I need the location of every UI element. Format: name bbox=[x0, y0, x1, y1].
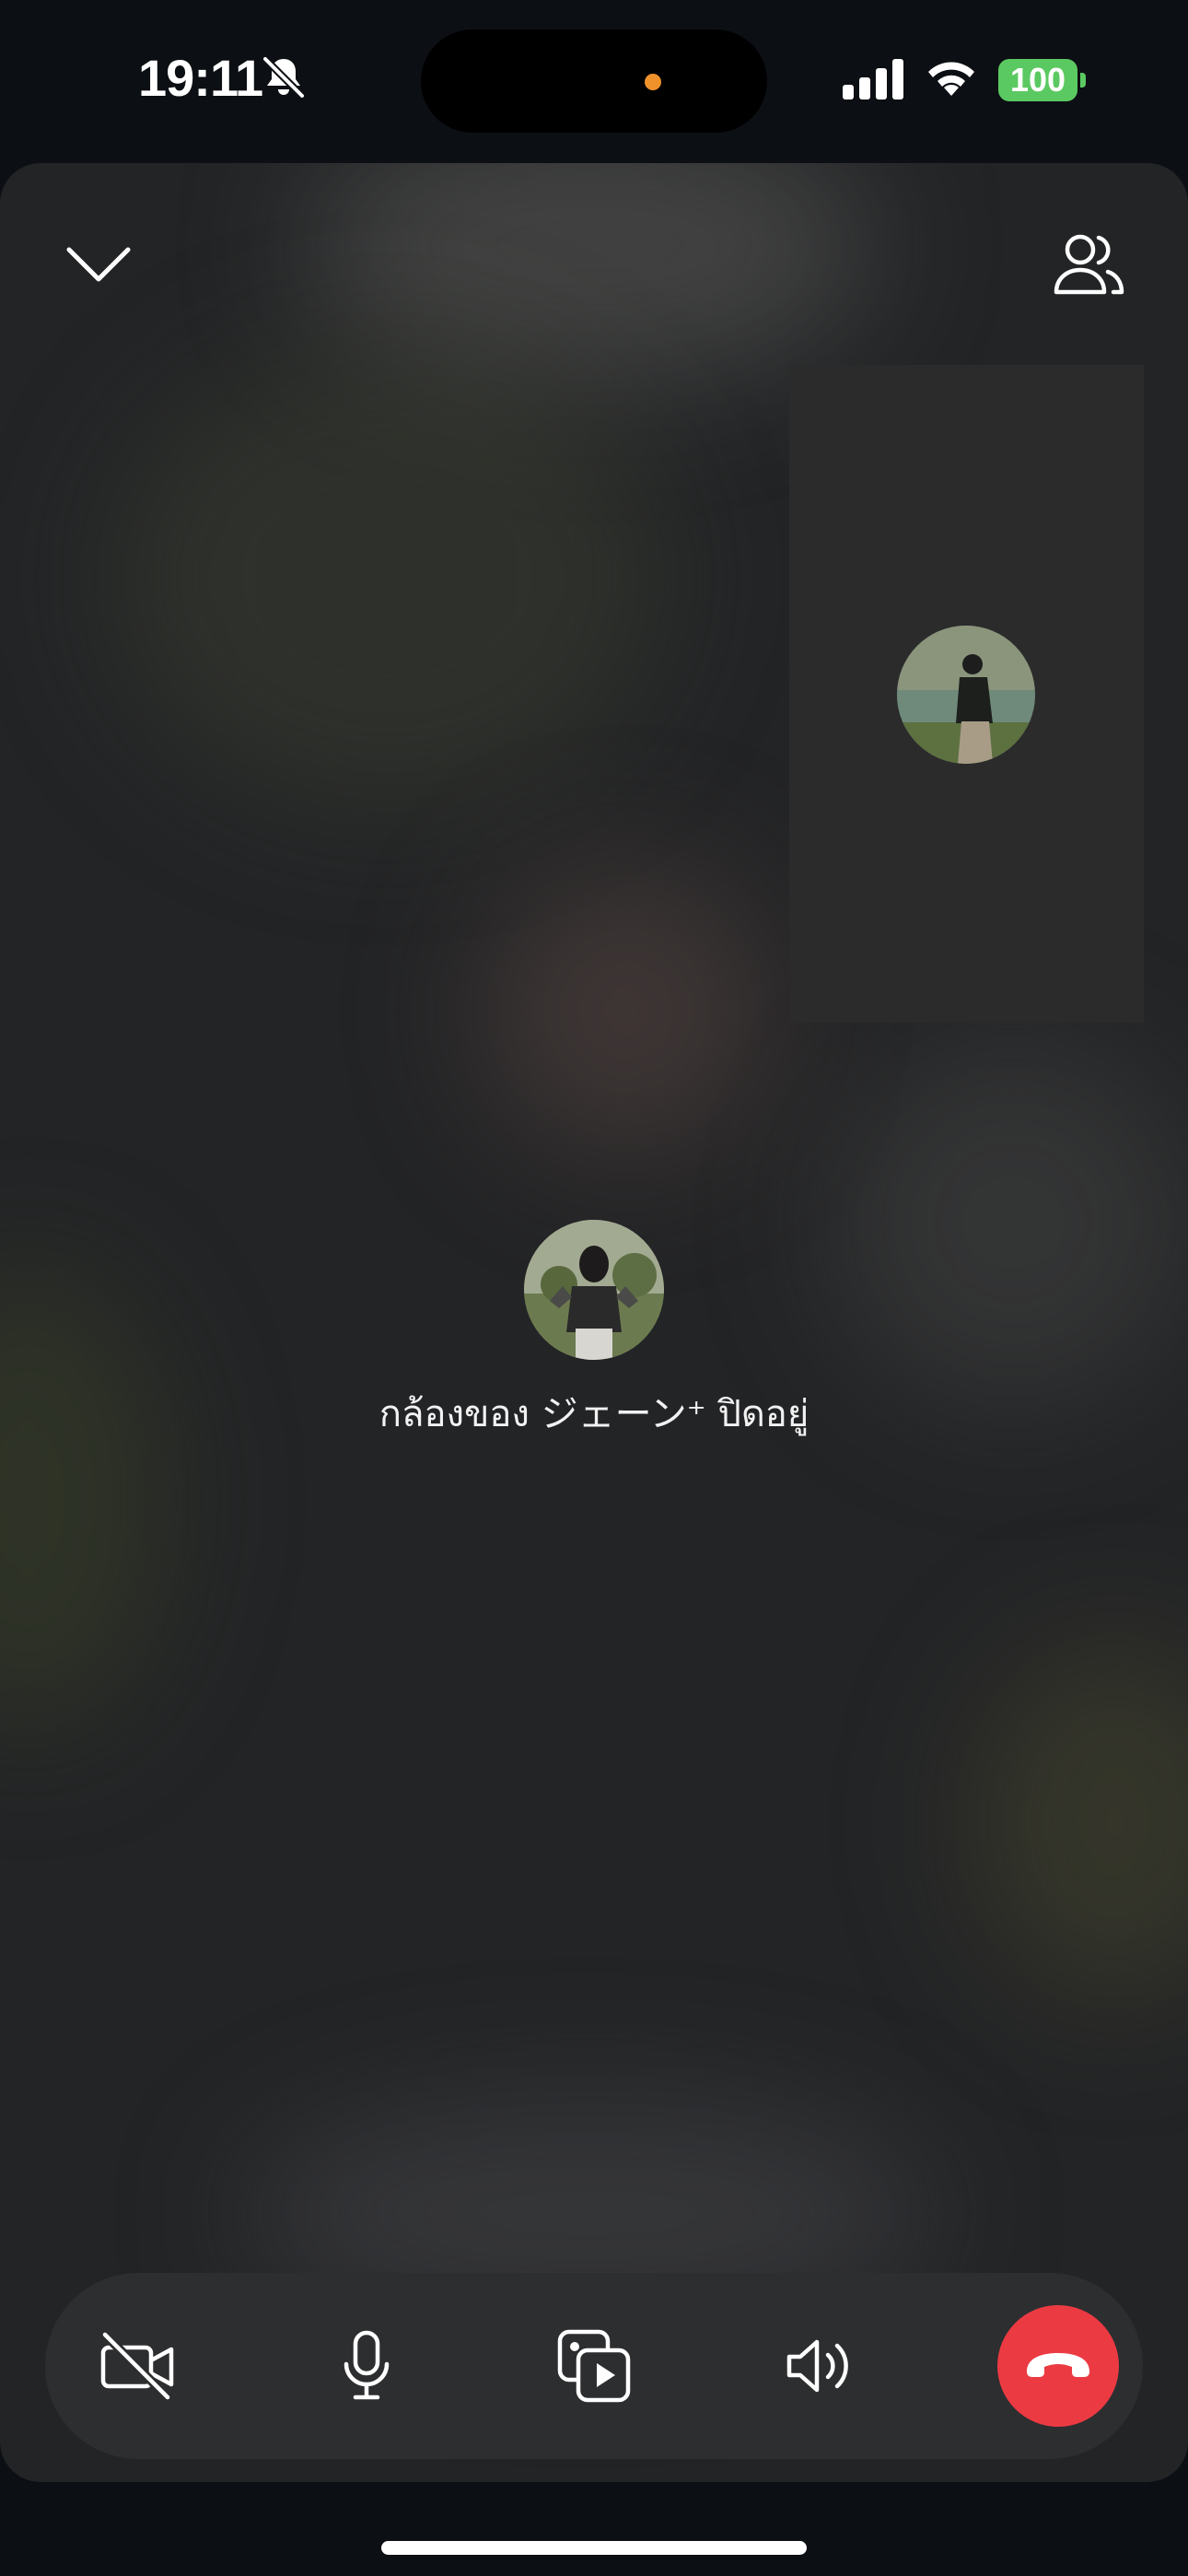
dynamic-island bbox=[421, 29, 767, 133]
self-view-tile[interactable] bbox=[789, 365, 1144, 1023]
toggle-camera-button[interactable] bbox=[69, 2273, 207, 2459]
bell-slash-icon bbox=[262, 56, 305, 99]
call-video-area: กล้องของ ジェーン⁺ ปิดอยู่ bbox=[0, 163, 1188, 2482]
battery-level: 100 bbox=[998, 59, 1077, 101]
collapse-button[interactable] bbox=[48, 214, 149, 315]
self-avatar-photo bbox=[897, 626, 1035, 764]
camera-off-message: กล้องของ ジェーン⁺ ปิดอยู่ bbox=[379, 1393, 809, 1435]
background-blur bbox=[967, 1637, 1188, 2006]
people-icon bbox=[1054, 234, 1124, 295]
self-avatar bbox=[897, 626, 1035, 764]
status-time: 19:11 bbox=[138, 49, 263, 107]
battery-tip bbox=[1080, 73, 1086, 88]
background-blur bbox=[0, 1269, 166, 1729]
call-controls-bar bbox=[45, 2273, 1143, 2459]
wifi-icon bbox=[928, 62, 974, 96]
background-blur bbox=[479, 863, 774, 1158]
battery-icon: 100 bbox=[998, 59, 1087, 101]
participants-button[interactable] bbox=[1039, 214, 1140, 315]
background-blur bbox=[111, 347, 663, 808]
mic-indicator-dot bbox=[645, 74, 661, 90]
speaker-button[interactable] bbox=[750, 2273, 888, 2459]
contact-avatar bbox=[524, 1220, 664, 1360]
speaker-icon bbox=[786, 2339, 848, 2393]
signal-bars-icon bbox=[843, 59, 903, 100]
share-media-button[interactable] bbox=[525, 2273, 663, 2459]
media-share-icon bbox=[557, 2329, 631, 2403]
end-call-button[interactable] bbox=[989, 2273, 1127, 2459]
background-blur bbox=[829, 1038, 1188, 1407]
microphone-icon bbox=[344, 2330, 390, 2400]
microphone-button[interactable] bbox=[297, 2273, 436, 2459]
end-call-circle bbox=[997, 2305, 1119, 2427]
call-screen: 19:11 100 กล้องของ ジェーン⁺ ปิดอยู่ bbox=[0, 0, 1188, 2576]
video-off-icon bbox=[100, 2331, 174, 2401]
contact-avatar-photo bbox=[524, 1220, 664, 1360]
chevron-down-icon bbox=[66, 247, 131, 282]
status-bar: 19:11 100 bbox=[0, 0, 1188, 161]
home-indicator[interactable] bbox=[381, 2541, 807, 2555]
end-call-icon bbox=[1027, 2353, 1089, 2377]
